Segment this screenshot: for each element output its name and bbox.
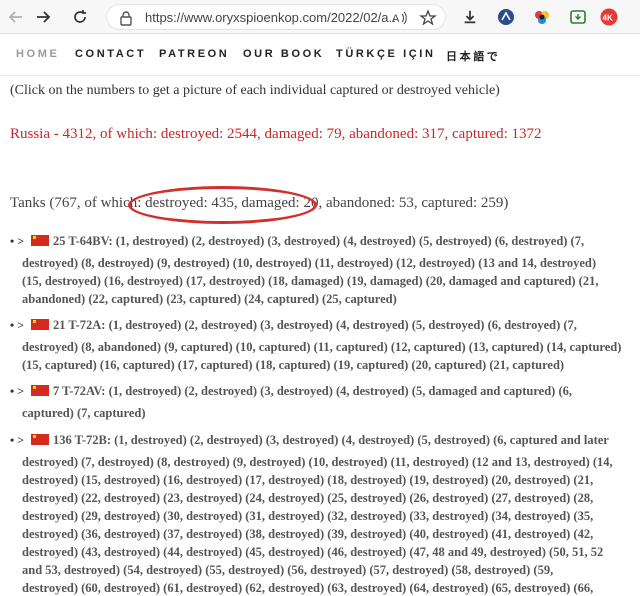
entry-line[interactable]: destroyed) (15, destroyed) (16, destroye… bbox=[22, 471, 634, 489]
entry-first-line[interactable]: 7 T-72AV: (1, destroyed) (2, destroyed) … bbox=[53, 384, 572, 398]
entry-line[interactable]: (15, destroyed) (16, destroyed) (17, des… bbox=[22, 272, 634, 290]
browser-toolbar: https://www.oryxspioenkop.com/2022/02/a.… bbox=[0, 0, 640, 34]
entry-line[interactable]: destroyed) (8, destroyed) (9, destroyed)… bbox=[22, 254, 634, 272]
entry-line[interactable]: destroyed) (36, destroyed) (37, destroye… bbox=[22, 525, 634, 543]
entry-line[interactable]: (15, captured) (16, captured) (17, captu… bbox=[22, 356, 634, 374]
address-bar[interactable]: https://www.oryxspioenkop.com/2022/02/a.… bbox=[106, 4, 446, 30]
russia-summary: Russia - 4312, of which: destroyed: 2544… bbox=[10, 126, 542, 142]
svg-text:A: A bbox=[392, 13, 400, 25]
entry-line[interactable]: abandoned) (22, captured) (23, captured)… bbox=[22, 290, 634, 308]
nav-contact[interactable]: CONTACT bbox=[75, 48, 146, 60]
entry-first-line[interactable]: 136 T-72B: (1, destroyed) (2, destroyed)… bbox=[53, 433, 609, 447]
entry-line[interactable]: captured) (7, captured) bbox=[22, 404, 634, 422]
forward-icon[interactable] bbox=[31, 5, 55, 29]
download-icon[interactable] bbox=[461, 8, 479, 26]
nav-home[interactable]: HOME bbox=[16, 48, 59, 60]
extension-icon[interactable] bbox=[533, 8, 551, 26]
read-aloud-icon[interactable]: A bbox=[392, 10, 408, 26]
site-navigation: HOME CONTACT PATREON OUR BOOK TÜRKÇE IÇI… bbox=[0, 34, 640, 76]
back-icon[interactable] bbox=[4, 5, 28, 29]
entry-line[interactable]: destroyed) (8, abandoned) (9, captured) … bbox=[22, 338, 634, 356]
nav-turkish[interactable]: TÜRKÇE IÇIN bbox=[336, 48, 436, 60]
extension-icon[interactable] bbox=[497, 8, 515, 26]
svg-text:4K: 4K bbox=[603, 14, 613, 23]
click-note: (Click on the numbers to get a picture o… bbox=[10, 83, 500, 98]
nav-our-book[interactable]: OUR BOOK bbox=[243, 48, 324, 60]
annotation-circle bbox=[128, 186, 317, 224]
flag-icon bbox=[31, 235, 49, 246]
entry-line[interactable]: destroyed) (60, destroyed) (61, destroye… bbox=[22, 579, 634, 596]
entry-first-line[interactable]: 21 T-72A: (1, destroyed) (2, destroyed) … bbox=[53, 318, 577, 332]
favorite-star-icon[interactable] bbox=[419, 9, 437, 27]
bullet: • > bbox=[10, 433, 25, 447]
entry-line[interactable]: destroyed) (7, destroyed) (8, destroyed)… bbox=[22, 453, 634, 471]
lock-icon[interactable] bbox=[119, 10, 133, 26]
bullet: • > bbox=[10, 234, 25, 248]
flag-icon bbox=[31, 319, 49, 330]
flag-icon bbox=[31, 434, 49, 445]
bullet: • > bbox=[10, 384, 25, 398]
entry-line[interactable]: destroyed) (29, destroyed) (30, destroye… bbox=[22, 507, 634, 525]
entry-line[interactable]: and 53, destroyed) (54, destroyed) (55, … bbox=[22, 561, 634, 579]
refresh-icon[interactable] bbox=[68, 5, 92, 29]
bullet: • > bbox=[10, 318, 25, 332]
extension-icon[interactable] bbox=[569, 8, 587, 26]
url-text[interactable]: https://www.oryxspioenkop.com/2022/02/a.… bbox=[145, 10, 395, 25]
nav-japanese[interactable]: 日本語で bbox=[446, 48, 500, 64]
entry-first-line[interactable]: 25 T-64BV: (1, destroyed) (2, destroyed)… bbox=[53, 234, 584, 248]
entry-line[interactable]: destroyed) (43, destroyed) (44, destroye… bbox=[22, 543, 634, 561]
entry-line[interactable]: destroyed) (22, destroyed) (23, destroye… bbox=[22, 489, 634, 507]
nav-patreon[interactable]: PATREON bbox=[159, 48, 229, 60]
flag-icon bbox=[31, 385, 49, 396]
extension-icon[interactable]: 4K bbox=[600, 8, 618, 26]
